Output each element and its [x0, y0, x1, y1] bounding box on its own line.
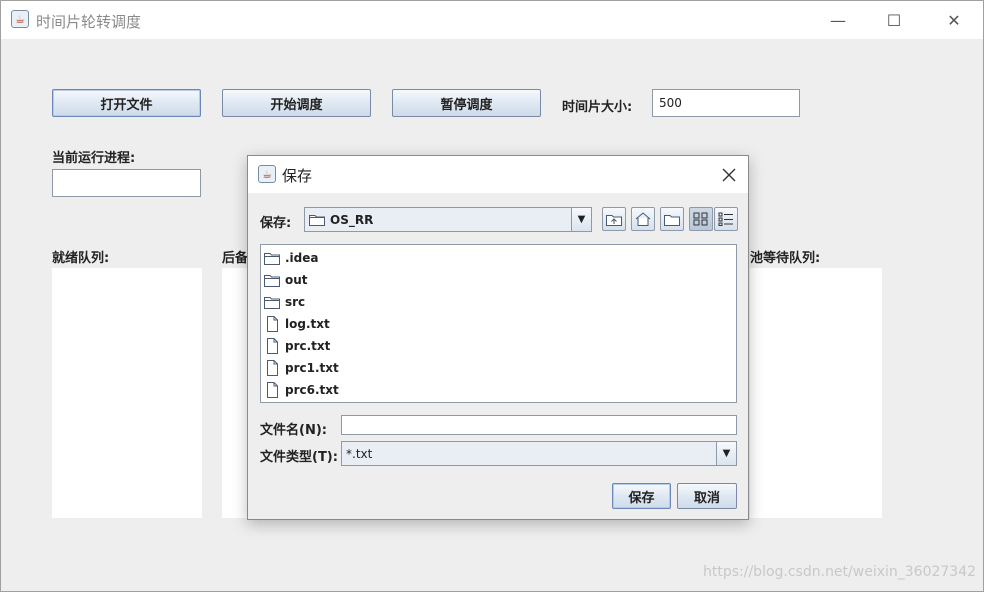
close-button[interactable]: ✕ [931, 1, 977, 39]
file-name: .idea [285, 251, 319, 265]
file-list-item[interactable]: prc1.txt [263, 357, 736, 379]
new-folder-button[interactable] [660, 207, 684, 231]
folder-icon [309, 215, 325, 226]
list-view-button[interactable] [689, 207, 713, 231]
watermark: https://blog.csdn.net/weixin_36027342 [703, 564, 977, 580]
filetype-value: *.txt [346, 446, 373, 461]
dialog-close-button[interactable] [710, 156, 748, 193]
close-icon [722, 168, 736, 181]
new-folder-icon [664, 215, 680, 226]
file-name: prc6.txt [285, 383, 339, 397]
save-in-combo[interactable]: OS_RR ▼ [304, 207, 592, 232]
save-button[interactable]: 保存 [612, 483, 671, 509]
save-in-value: OS_RR [330, 212, 374, 227]
file-icon [264, 360, 280, 376]
cancel-button[interactable]: 取消 [677, 483, 737, 509]
minimize-button[interactable]: — [815, 1, 861, 39]
file-name: prc.txt [285, 339, 331, 353]
ready-queue-list[interactable] [52, 268, 202, 518]
filetype-label: 文件类型(T): [260, 450, 338, 465]
current-process-label: 当前运行进程: [52, 151, 136, 166]
folder-up-icon [606, 215, 622, 226]
title-bar: ☕ 时间片轮转调度 — ☐ ✕ [1, 1, 983, 39]
open-file-button[interactable]: 打开文件 [52, 89, 201, 117]
file-icon [264, 382, 280, 398]
file-list[interactable]: .idea out src log.txt prc.txt prc1.txt prc6.tx… [260, 244, 737, 403]
time-slice-label: 时间片大小: [562, 100, 633, 115]
java-cup-icon: ☕ [258, 165, 276, 183]
dialog-title: 保存 [282, 167, 313, 185]
home-icon [635, 212, 651, 226]
maximize-button[interactable]: ☐ [871, 1, 917, 39]
backup-queue-label: 后备 [222, 251, 249, 266]
filetype-combo[interactable]: *.txt ▼ [341, 441, 737, 466]
up-one-level-button[interactable] [602, 207, 626, 231]
chevron-down-icon[interactable]: ▼ [716, 442, 736, 465]
current-process-field[interactable] [52, 169, 201, 197]
list-view-icon [693, 212, 708, 226]
io-wait-queue-list[interactable] [750, 268, 882, 518]
file-name: log.txt [285, 317, 330, 331]
details-view-icon [718, 212, 733, 226]
io-wait-queue-label: 池等待队列: [750, 251, 821, 266]
file-icon [264, 316, 280, 332]
save-dialog: ☕ 保存 保存: OS_RR ▼ .idea out src log.txt prc.t… [247, 155, 749, 520]
filename-label: 文件名(N): [260, 423, 327, 438]
java-cup-icon: ☕ [11, 10, 29, 28]
file-name: src [285, 295, 306, 309]
file-name: prc1.txt [285, 361, 339, 375]
chevron-down-icon[interactable]: ▼ [571, 208, 591, 231]
file-name: out [285, 273, 308, 287]
time-slice-input[interactable]: 500 [652, 89, 800, 117]
file-list-item[interactable]: log.txt [263, 313, 736, 335]
window-title: 时间片轮转调度 [36, 13, 142, 31]
folder-icon [264, 250, 280, 266]
file-list-item[interactable]: .idea [263, 247, 736, 269]
file-list-item[interactable]: src [263, 291, 736, 313]
file-list-item[interactable]: prc.txt [263, 335, 736, 357]
pause-schedule-button[interactable]: 暂停调度 [392, 89, 541, 117]
file-list-item[interactable]: prc6.txt [263, 379, 736, 401]
dialog-title-bar: ☕ 保存 [248, 156, 748, 193]
file-icon [264, 338, 280, 354]
folder-icon [264, 272, 280, 288]
file-list-item[interactable]: out [263, 269, 736, 291]
filename-input[interactable] [341, 415, 737, 435]
start-schedule-button[interactable]: 开始调度 [222, 89, 371, 117]
ready-queue-label: 就绪队列: [52, 251, 110, 266]
home-button[interactable] [631, 207, 655, 231]
save-in-label: 保存: [260, 216, 292, 231]
folder-icon [264, 294, 280, 310]
details-view-button[interactable] [714, 207, 738, 231]
